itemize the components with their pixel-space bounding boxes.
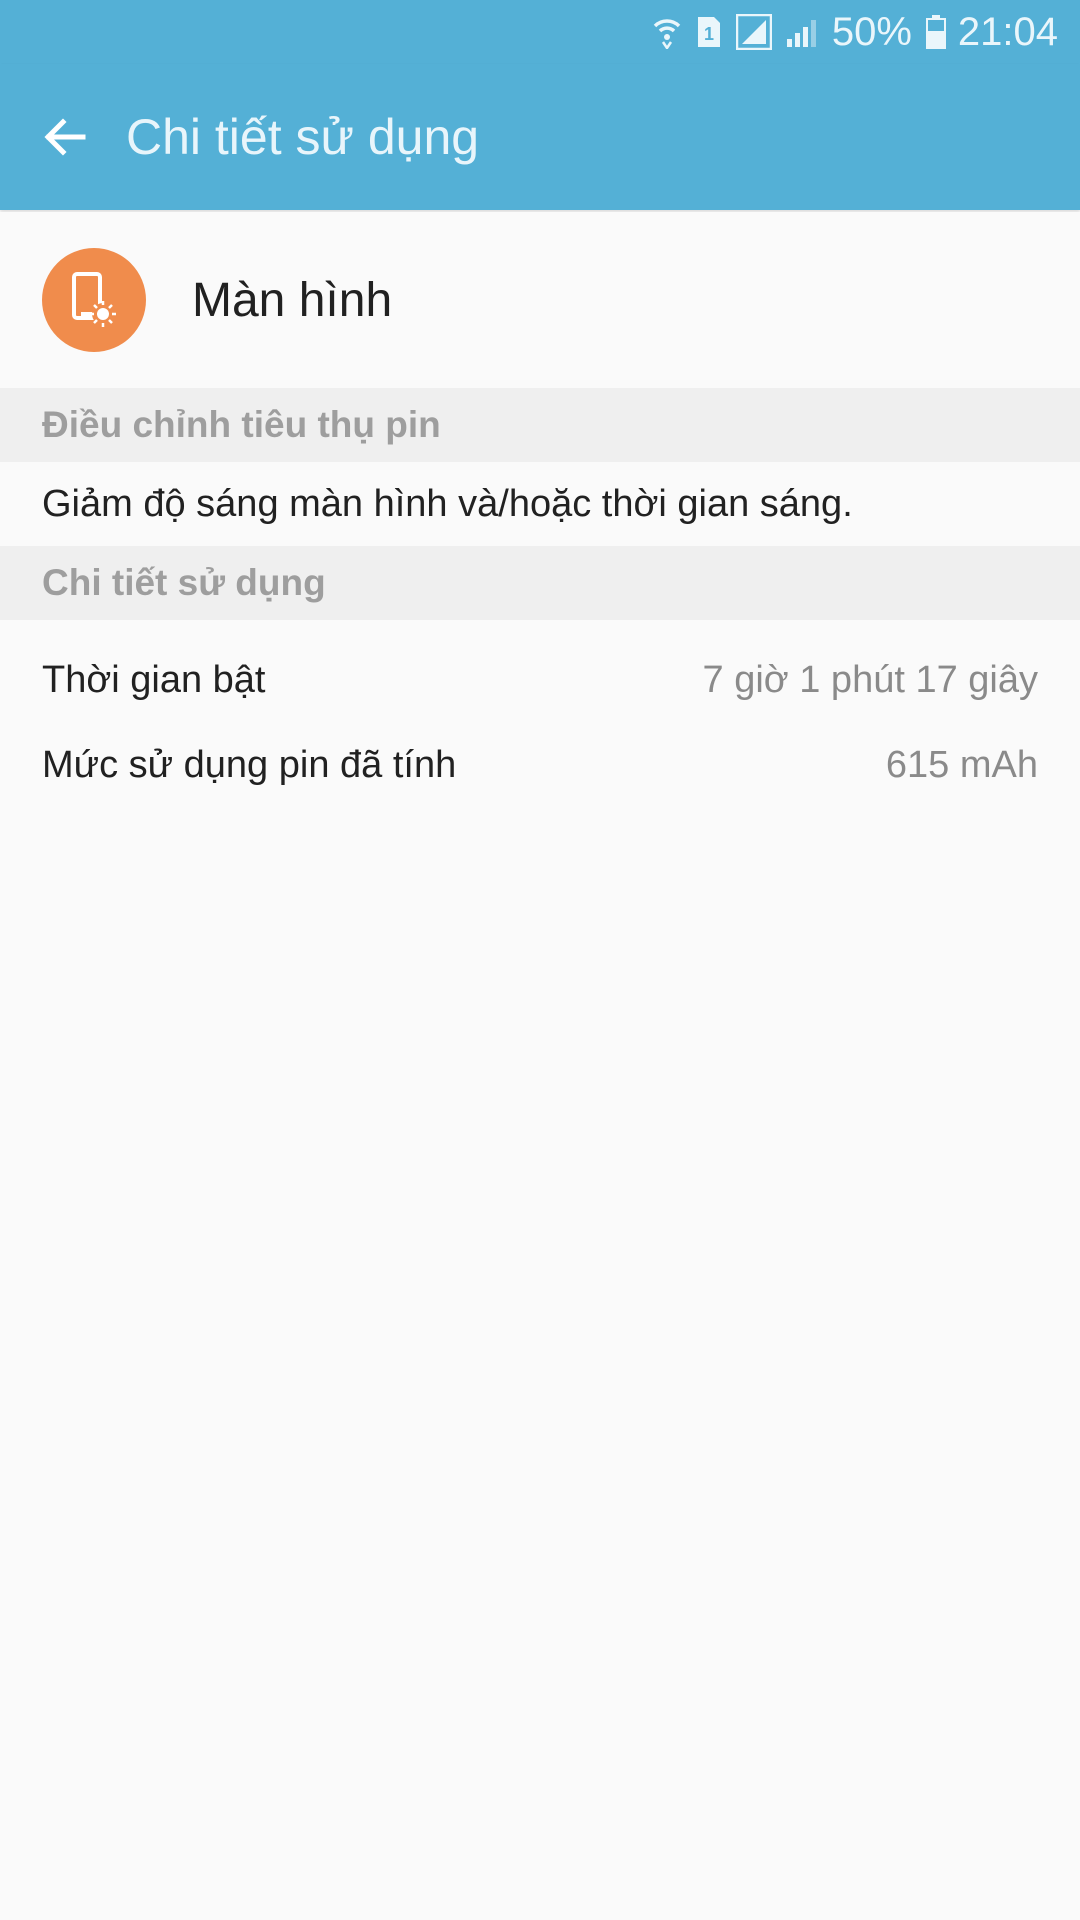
detail-label: Mức sử dụng pin đã tính xyxy=(42,743,457,786)
detail-row-on-time: Thời gian bật 7 giờ 1 phút 17 giây xyxy=(0,638,1080,722)
battery-percent: 50% xyxy=(831,9,912,54)
app-header: Màn hình xyxy=(0,212,1080,388)
app-bar: Chi tiết sử dụng xyxy=(0,64,1080,210)
page-title: Chi tiết sử dụng xyxy=(126,109,480,165)
screen-brightness-icon xyxy=(42,248,146,352)
status-bar: 1 50% 21:04 xyxy=(0,0,1080,64)
detail-value: 7 giờ 1 phút 17 giây xyxy=(702,658,1039,701)
section-header-usage: Chi tiết sử dụng xyxy=(0,546,1080,620)
clock: 21:04 xyxy=(957,9,1058,54)
signal-weak-icon xyxy=(786,17,820,47)
arrow-left-icon xyxy=(44,118,86,156)
signal-icon xyxy=(735,14,772,50)
sim-1-icon: 1 xyxy=(696,15,722,49)
app-name: Màn hình xyxy=(192,273,393,327)
battery-tip: Giảm độ sáng màn hình và/hoặc thời gian … xyxy=(42,482,853,525)
detail-label: Thời gian bật xyxy=(42,658,266,701)
svg-text:1: 1 xyxy=(704,24,714,44)
section-header-adjust: Điều chỉnh tiêu thụ pin xyxy=(0,388,1080,462)
back-button[interactable] xyxy=(28,100,102,174)
detail-row-battery-usage: Mức sử dụng pin đã tính 615 mAh xyxy=(0,723,1080,807)
detail-value: 615 mAh xyxy=(885,743,1038,786)
wifi-icon xyxy=(652,15,682,49)
battery-icon xyxy=(925,15,946,49)
